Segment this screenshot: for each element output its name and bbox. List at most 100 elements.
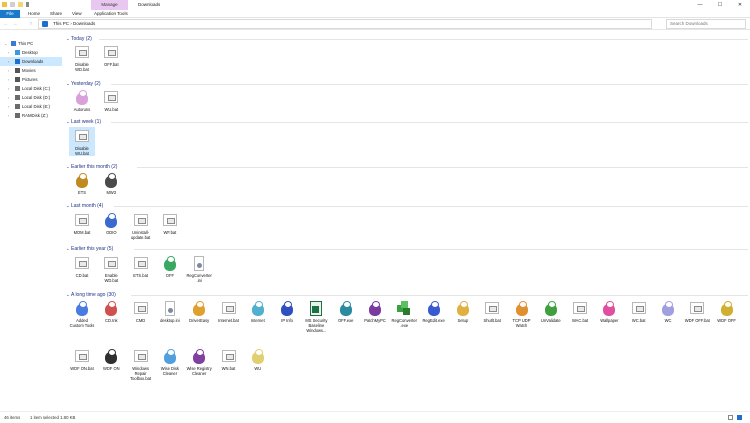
file-item[interactable]: RegConverter.exe (391, 299, 417, 328)
group-header[interactable]: ⌄ A long time ago (30) (63, 291, 750, 299)
file-item[interactable]: Shutlt.bat (479, 299, 505, 323)
file-item[interactable]: WU (245, 347, 271, 371)
file-item[interactable]: Uninstall-update.bat (128, 211, 154, 240)
file-item[interactable]: Enable WD.bat (98, 254, 124, 283)
forward-button[interactable]: → (11, 20, 19, 28)
file-item[interactable]: Wise Registry Cleaner (186, 347, 212, 376)
file-item[interactable]: Autoruns (69, 88, 95, 112)
file-item[interactable]: MOM.bat (69, 211, 95, 235)
file-item[interactable]: ETS.bat (128, 254, 154, 278)
sidebar-item[interactable]: › Local Disk (D:) (0, 93, 62, 102)
sidebar-item[interactable]: › Pictures (0, 75, 62, 84)
file-item[interactable]: Internet (245, 299, 271, 323)
file-item[interactable]: WAC.bat (567, 299, 593, 323)
chevron-down-icon[interactable]: ⌄ (4, 39, 7, 48)
chevron-down-icon[interactable]: ⌄ (66, 291, 70, 299)
sidebar-item[interactable]: › RAMDisk (Z:) (0, 111, 62, 120)
file-item[interactable]: MW3 (98, 171, 124, 195)
sidebar-item[interactable]: ⌄ This PC (0, 39, 62, 48)
file-item[interactable]: WDF OFF (714, 299, 740, 323)
group-header[interactable]: ⌄ Earlier this month (2) (63, 163, 750, 171)
file-item[interactable]: Internet.bat (216, 299, 242, 323)
chevron-right-icon[interactable]: › (8, 57, 9, 66)
sidebar-item[interactable]: › Downloads (0, 57, 62, 66)
manage-tab[interactable]: Manage (91, 0, 128, 10)
tab-home[interactable]: Home (24, 10, 44, 18)
up-button[interactable]: ↑ (27, 20, 35, 28)
large-icons-view-icon[interactable] (737, 415, 742, 420)
file-item[interactable]: Disable WD.bat (69, 43, 95, 72)
file-item[interactable]: Setup (450, 299, 476, 323)
file-item[interactable]: desktop.ini (157, 299, 183, 323)
sidebar-item[interactable]: › Desktop (0, 48, 62, 57)
details-view-icon[interactable] (728, 415, 733, 420)
sidebar-item[interactable]: › Movies (0, 66, 62, 75)
file-item[interactable]: ETS (69, 171, 95, 195)
search-input[interactable]: Search Downloads (666, 19, 746, 29)
minimize-button[interactable]: — (690, 0, 710, 10)
group-header[interactable]: ⌄ Earlier this year (5) (63, 245, 750, 253)
file-item[interactable]: WN.bat (216, 347, 242, 371)
address-input[interactable]: This PC › Downloads (38, 19, 652, 29)
file-item[interactable]: OFF (157, 254, 183, 278)
file-item[interactable]: RegEdit.exe (421, 299, 447, 323)
file-item[interactable]: TCP UDP Watch (509, 299, 535, 328)
file-item[interactable]: WU.bat (98, 88, 124, 112)
file-item[interactable]: WDF ON.bat (69, 347, 95, 371)
file-item[interactable]: WC (655, 299, 681, 323)
customize-toolbar-icon[interactable] (26, 2, 29, 7)
file-name: ETS.bat (133, 273, 148, 278)
chevron-down-icon[interactable]: ⌄ (66, 35, 70, 43)
file-item[interactable]: Added Custom Tools (69, 299, 95, 328)
file-item[interactable]: RegConverter.ini (186, 254, 212, 283)
file-item[interactable]: UnValidate (538, 299, 564, 323)
chevron-right-icon[interactable]: › (8, 48, 9, 57)
chevron-right-icon[interactable]: › (8, 84, 9, 93)
sidebar-item[interactable]: › Local Disk (E:) (0, 102, 62, 111)
file-item[interactable]: Disable WU.bat (69, 127, 95, 156)
file-item[interactable]: WF.bat (157, 211, 183, 235)
close-button[interactable]: ✕ (730, 0, 750, 10)
chevron-down-icon[interactable]: ⌄ (66, 163, 70, 171)
file-item[interactable]: MS Security Baseline Windows... (303, 299, 329, 333)
chevron-down-icon[interactable]: ⌄ (66, 118, 70, 126)
file-item[interactable]: DriverEasy (186, 299, 212, 323)
chevron-right-icon[interactable]: › (8, 75, 9, 84)
file-item[interactable]: PatchMyPC (362, 299, 388, 323)
pony-icon (454, 300, 472, 318)
chevron-down-icon[interactable]: ⌄ (66, 202, 70, 210)
file-item[interactable]: OFF.exe (333, 299, 359, 323)
file-item[interactable]: CMD (128, 299, 154, 323)
tab-application-tools[interactable]: Application Tools (90, 10, 132, 18)
group-header[interactable]: ⌄ Last week (1) (63, 118, 750, 126)
file-item[interactable]: CD.Ink (98, 299, 124, 323)
back-button[interactable]: ← (2, 20, 10, 28)
chevron-right-icon[interactable]: › (8, 102, 9, 111)
sidebar-item[interactable]: › Local Disk (C:) (0, 84, 62, 93)
tab-file[interactable]: File (0, 10, 20, 18)
excel-icon (307, 300, 325, 318)
properties-icon[interactable] (10, 2, 15, 7)
group-header[interactable]: ⌄ Today (2) (63, 35, 750, 43)
file-item[interactable]: IP Info (274, 299, 300, 323)
file-item[interactable]: Windows Repair Toolbox.bat (128, 347, 154, 381)
file-item[interactable]: WDF ON (98, 347, 124, 371)
group-header[interactable]: ⌄ Last month (4) (63, 202, 750, 210)
file-item[interactable]: Wise Disk Cleaner (157, 347, 183, 376)
chevron-down-icon[interactable]: ⌄ (66, 245, 70, 253)
tab-view[interactable]: View (68, 10, 86, 18)
file-item[interactable]: WC.bat (626, 299, 652, 323)
chevron-right-icon[interactable]: › (8, 93, 9, 102)
file-item[interactable]: Wallpaper (596, 299, 622, 323)
file-item[interactable]: CD.bat (69, 254, 95, 278)
file-item[interactable]: ODIO (98, 211, 124, 235)
file-item[interactable]: WDF OFF.bat (684, 299, 710, 323)
chevron-down-icon[interactable]: ⌄ (66, 80, 70, 88)
tab-share[interactable]: Share (46, 10, 66, 18)
group-header[interactable]: ⌄ Yesterday (2) (63, 80, 750, 88)
maximize-button[interactable]: ☐ (710, 0, 730, 10)
file-item[interactable]: OFF.bat (98, 43, 124, 67)
chevron-right-icon[interactable]: › (8, 111, 9, 120)
new-folder-icon[interactable] (18, 2, 23, 7)
chevron-right-icon[interactable]: › (8, 66, 9, 75)
